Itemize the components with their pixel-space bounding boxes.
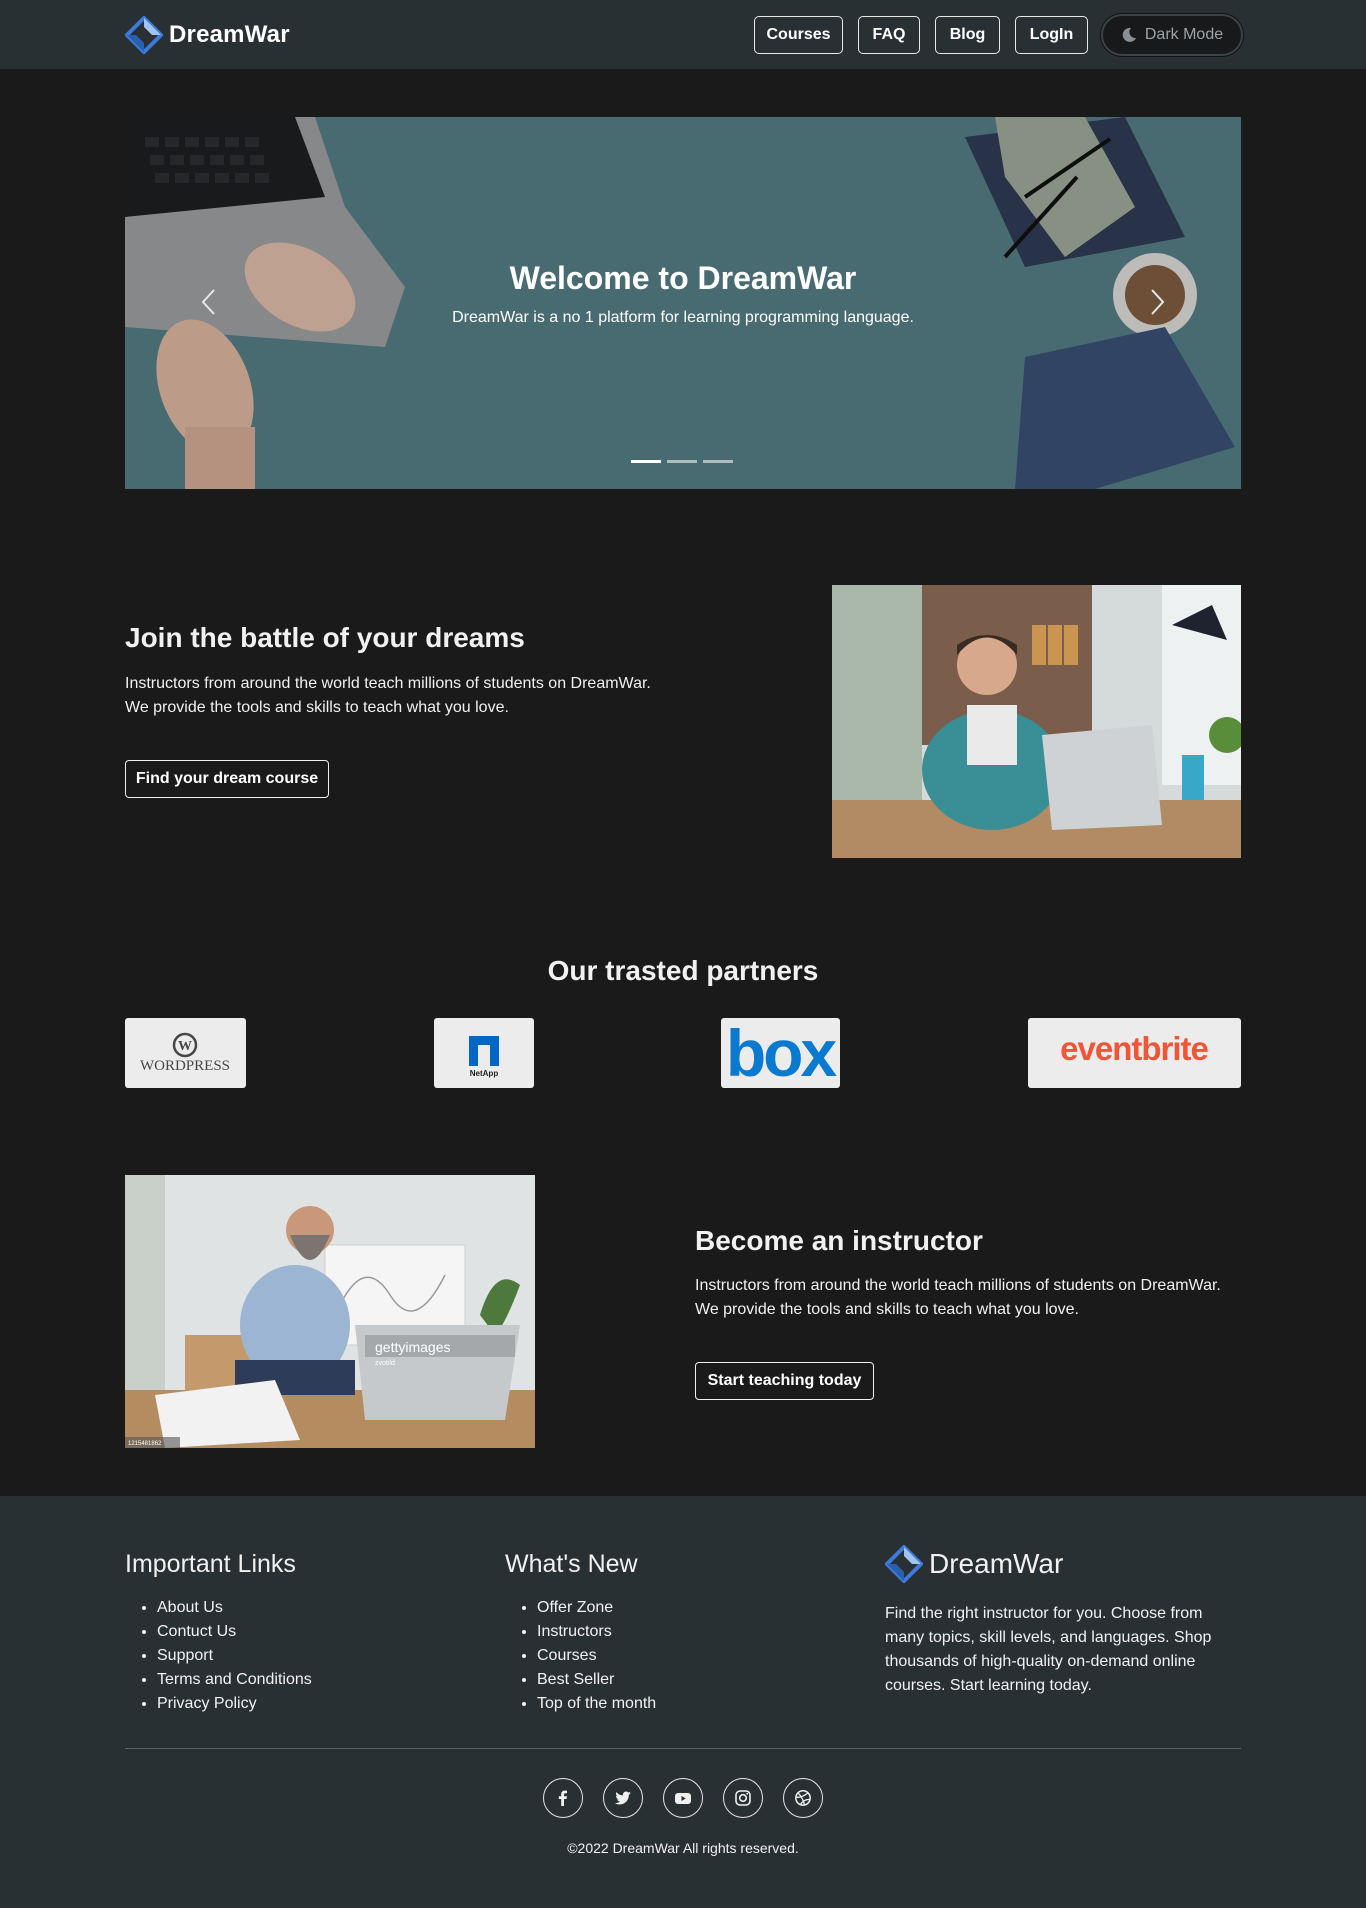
chevron-left-icon — [201, 289, 215, 315]
instructor-description: Instructors from around the world teach … — [695, 1274, 1255, 1322]
student-laptop-image — [832, 585, 1241, 858]
dark-mode-label: Dark Mode — [1144, 26, 1224, 43]
start-teaching-button[interactable]: Start teaching today — [695, 1362, 874, 1400]
footer-link-best-seller[interactable]: Best Seller — [537, 1668, 656, 1692]
nav-blog-button[interactable]: Blog — [935, 16, 1000, 54]
footer-brand[interactable]: DreamWar — [885, 1545, 1063, 1583]
partner-box-logo: box — [721, 1018, 840, 1088]
nav-login-button[interactable]: LogIn — [1015, 16, 1088, 54]
carousel-prev-button[interactable] — [189, 282, 229, 322]
footer-link-about[interactable]: About Us — [157, 1596, 312, 1620]
carousel-indicator[interactable] — [667, 460, 697, 463]
hero-title: Welcome to DreamWar — [509, 260, 857, 296]
dribbble-link[interactable] — [783, 1778, 823, 1818]
footer-link-offer-zone[interactable]: Offer Zone — [537, 1596, 656, 1620]
hero-subtitle: DreamWar is a no 1 platform for learning… — [452, 309, 914, 326]
copyright-text: ©2022 DreamWar All rights reserved. — [567, 1840, 799, 1856]
footer-divider — [125, 1748, 1241, 1749]
instructor-image: gettyimages zvotild 1215481862 — [125, 1175, 535, 1448]
carousel-next-button[interactable] — [1137, 282, 1177, 322]
join-title: Join the battle of your dreams — [125, 622, 525, 653]
facebook-link[interactable] — [543, 1778, 583, 1818]
moon-icon — [1122, 27, 1136, 42]
footer-link-instructors[interactable]: Instructors — [537, 1620, 656, 1644]
footer-link-support[interactable]: Support — [157, 1644, 312, 1668]
whats-new-heading: What's New — [505, 1550, 638, 1578]
carousel-indicator[interactable] — [631, 460, 661, 463]
find-course-button[interactable]: Find your dream course — [125, 760, 329, 798]
footer-link-contact[interactable]: Contuct Us — [157, 1620, 312, 1644]
dark-mode-toggle[interactable]: Dark Mode — [1101, 14, 1243, 56]
footer-link-top-month[interactable]: Top of the month — [537, 1692, 656, 1716]
image-credit: zvotild — [375, 1360, 395, 1367]
box-wordmark: box — [726, 1018, 838, 1088]
instagram-icon — [735, 1790, 751, 1806]
whats-new-list: Offer Zone Instructors Courses Best Sell… — [505, 1596, 656, 1716]
footer-brand-name: DreamWar — [929, 1548, 1064, 1579]
instructor-title: Become an instructor — [695, 1225, 983, 1256]
footer-link-courses[interactable]: Courses — [537, 1644, 656, 1668]
twitter-link[interactable] — [603, 1778, 643, 1818]
facebook-icon — [558, 1790, 567, 1806]
youtube-link[interactable] — [663, 1778, 703, 1818]
wordpress-wordmark: WORDPRESS — [140, 1058, 230, 1074]
nav-courses-button[interactable]: Courses — [754, 16, 843, 54]
partner-wordpress-logo: W WORDPRESS — [125, 1018, 246, 1088]
join-line-2: We provide the tools and skills to teach… — [125, 699, 509, 716]
gettyimages-watermark: gettyimages — [375, 1339, 450, 1355]
carousel-indicator[interactable] — [703, 460, 733, 463]
chevron-right-icon — [1151, 289, 1165, 315]
carousel-indicators — [631, 460, 733, 463]
footer-description: Find the right instructor for you. Choos… — [885, 1605, 1212, 1694]
site-header: DreamWar Courses FAQ Blog LogIn Dark Mod… — [0, 0, 1366, 69]
social-links — [543, 1778, 823, 1818]
instructor-line-1: Instructors from around the world teach … — [695, 1277, 1221, 1294]
instagram-link[interactable] — [723, 1778, 763, 1818]
image-id: 1215481862 — [128, 1441, 162, 1447]
diamond-logo-icon — [885, 1545, 923, 1583]
partners-title: Our trasted partners — [547, 955, 819, 986]
brand-name: DreamWar — [169, 21, 290, 48]
footer-link-terms[interactable]: Terms and Conditions — [157, 1668, 312, 1692]
svg-text:W: W — [178, 1039, 192, 1054]
eventbrite-wordmark: eventbrite — [1060, 1030, 1208, 1067]
footer-link-privacy[interactable]: Privacy Policy — [157, 1692, 312, 1716]
brand-logo-link[interactable]: DreamWar — [125, 15, 290, 55]
instructor-line-2: We provide the tools and skills to teach… — [695, 1301, 1079, 1318]
nav-faq-button[interactable]: FAQ — [858, 16, 920, 54]
join-description: Instructors from around the world teach … — [125, 672, 685, 720]
partner-eventbrite-logo: eventbrite — [1028, 1018, 1241, 1088]
youtube-icon — [675, 1793, 691, 1804]
hero-carousel: Welcome to DreamWar DreamWar is a no 1 p… — [125, 117, 1241, 489]
twitter-icon — [614, 1791, 631, 1805]
important-links-heading: Important Links — [125, 1550, 296, 1578]
join-line-1: Instructors from around the world teach … — [125, 675, 651, 692]
dribbble-icon — [795, 1790, 811, 1806]
hero-background-image — [125, 117, 1241, 489]
partner-netapp-logo: NetApp — [434, 1018, 534, 1088]
netapp-wordmark: NetApp — [470, 1069, 499, 1078]
important-links-list: About Us Contuct Us Support Terms and Co… — [125, 1596, 312, 1716]
site-footer: Important Links About Us Contuct Us Supp… — [0, 1496, 1366, 1908]
diamond-logo-icon — [125, 16, 163, 54]
